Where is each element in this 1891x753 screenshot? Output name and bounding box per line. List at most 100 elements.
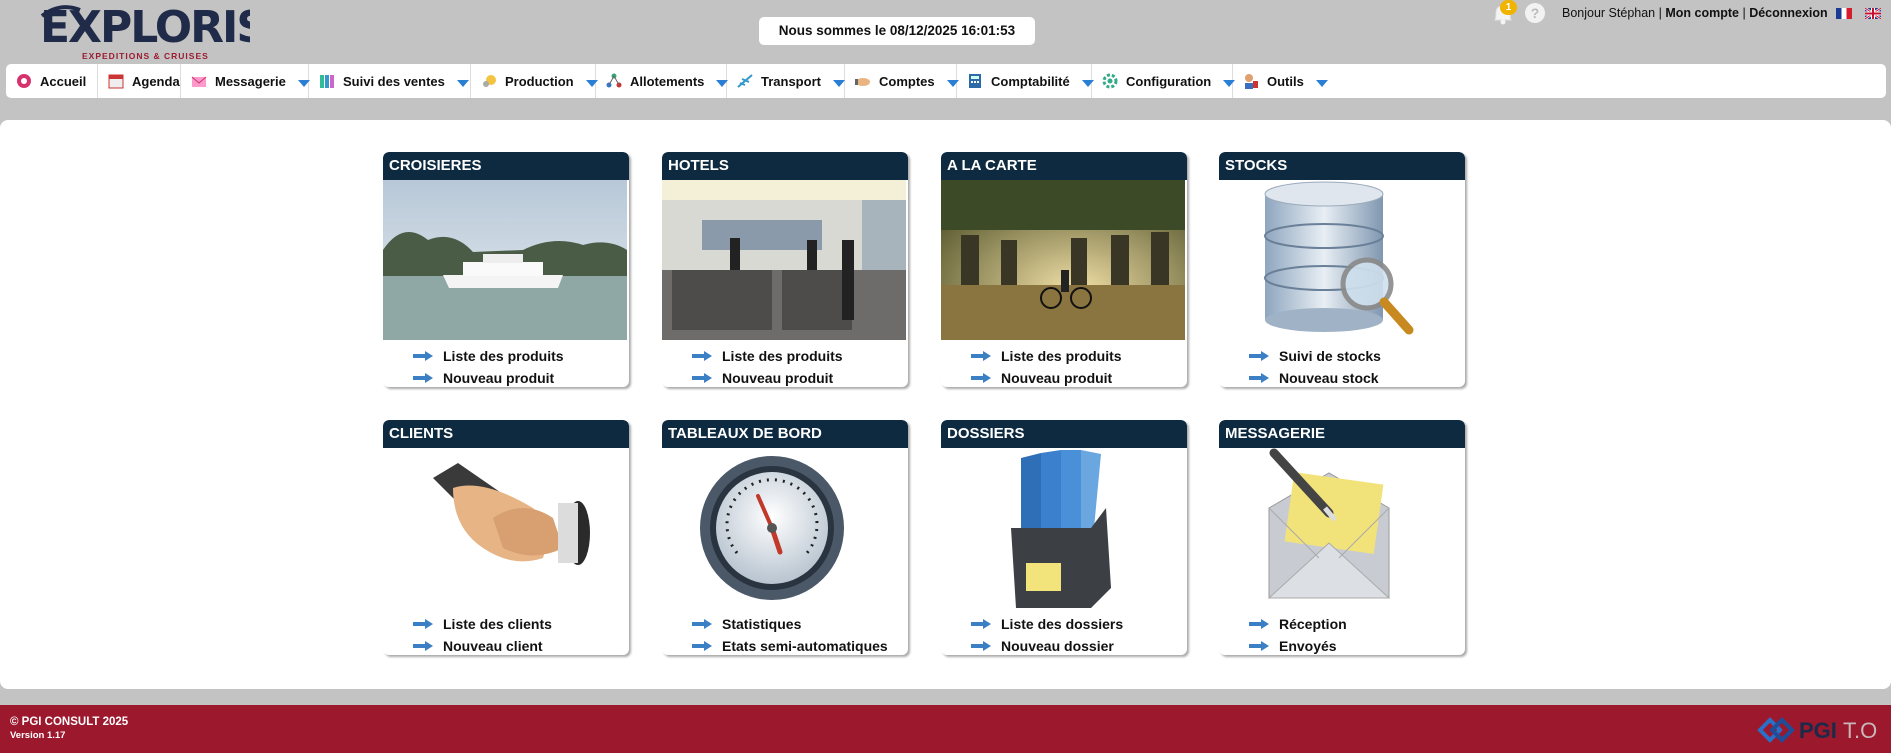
tile-stocks[interactable]: STOCKS Suivi de stocks Nouveau stock (1219, 152, 1465, 387)
link-label: Etats semi-automatiques (722, 638, 888, 654)
link-nouveau-dossier[interactable]: Nouveau dossier (971, 635, 1123, 655)
link-label: Liste des produits (1001, 348, 1122, 364)
tile-clients[interactable]: CLIENTS Liste des clients Nouveau client (383, 420, 629, 655)
menu-production[interactable]: Production (471, 64, 598, 98)
flag-gb-icon[interactable] (1865, 8, 1881, 19)
link-label: Nouveau dossier (1001, 638, 1114, 654)
link-envoyes[interactable]: Envoyés (1249, 635, 1347, 655)
link-etats-semi-automatiques[interactable]: Etats semi-automatiques (692, 635, 888, 655)
link-reception[interactable]: Réception (1249, 613, 1347, 635)
menu-comptabilite[interactable]: Comptabilité (957, 64, 1094, 98)
account-link[interactable]: Mon compte (1665, 6, 1739, 20)
tile-links: Suivi de stocks Nouveau stock (1249, 345, 1381, 387)
menu-label: Transport (761, 73, 821, 89)
menu-label: Agenda (132, 73, 180, 89)
chevron-down-icon (832, 79, 845, 87)
link-label: Nouveau produit (722, 370, 834, 386)
menu-transport[interactable]: Transport (727, 64, 845, 98)
flag-fr-icon[interactable] (1836, 8, 1852, 19)
separator: | (1742, 6, 1746, 20)
tile-hotels[interactable]: HOTELS Liste des produits Nouveau produi… (662, 152, 908, 387)
link-liste-clients[interactable]: Liste des clients (413, 613, 552, 635)
arrow-right-icon (971, 641, 991, 651)
arrow-right-icon (413, 373, 433, 383)
arrow-right-icon (1249, 373, 1269, 383)
pgi-logo: PGI T.O (1757, 717, 1877, 743)
link-liste-dossiers[interactable]: Liste des dossiers (971, 613, 1123, 635)
menu-label: Comptes (879, 73, 935, 89)
menu-configuration[interactable]: Configuration (1092, 64, 1236, 98)
hotel-reception-photo (662, 180, 906, 340)
main-menu: Accueil Agenda Messagerie Suivi des vent… (6, 64, 1886, 98)
footer: © PGI CONSULT 2025 Version 1.17 PGI T.O (0, 705, 1891, 753)
link-label: Suivi de stocks (1279, 348, 1381, 364)
exploris-logo[interactable]: EXPLORIS EXPEDITIONS & CRUISES (40, 2, 250, 62)
menu-label: Comptabilité (991, 73, 1070, 89)
arrow-right-icon (692, 641, 712, 651)
arrow-right-icon (971, 619, 991, 629)
link-label: Nouveau produit (1001, 370, 1113, 386)
link-nouveau-stock[interactable]: Nouveau stock (1249, 367, 1381, 387)
tile-tableaux-de-bord[interactable]: TABLEAUX DE BORD Statistiques Etats semi… (662, 420, 908, 655)
arrow-right-icon (413, 619, 433, 629)
menu-label: Allotements (630, 73, 705, 89)
tile-title: STOCKS (1219, 152, 1465, 180)
home-icon (16, 73, 32, 89)
mail-icon (191, 73, 207, 89)
tile-links: Statistiques Etats semi-automatiques (692, 613, 888, 655)
tile-dossiers[interactable]: DOSSIERS Liste des dossiers Nouveau doss… (941, 420, 1187, 655)
link-nouveau-produit[interactable]: Nouveau produit (971, 367, 1122, 387)
database-magnifier-icon (1264, 181, 1414, 335)
tile-title: A LA CARTE (941, 152, 1187, 180)
logout-link[interactable]: Déconnexion (1749, 6, 1828, 20)
link-nouveau-produit[interactable]: Nouveau produit (692, 367, 843, 387)
menu-comptes[interactable]: Comptes (845, 64, 959, 98)
link-label: Nouveau produit (443, 370, 555, 386)
arrow-right-icon (1249, 641, 1269, 651)
tile-title: DOSSIERS (941, 420, 1187, 448)
help-icon[interactable]: ? (1525, 3, 1545, 23)
handshake-icon (433, 463, 590, 565)
chevron-down-icon (1315, 79, 1328, 87)
link-label: Liste des dossiers (1001, 616, 1124, 632)
link-liste-produits[interactable]: Liste des produits (413, 345, 564, 367)
user-links: Bonjour Stéphan | Mon compte | Déconnexi… (1562, 6, 1828, 20)
link-suivi-stocks[interactable]: Suivi de stocks (1249, 345, 1381, 367)
cruise-ship-photo (383, 180, 627, 340)
link-label: Liste des produits (443, 348, 564, 364)
arrow-right-icon (413, 351, 433, 361)
menu-label: Production (505, 73, 574, 89)
link-statistiques[interactable]: Statistiques (692, 613, 888, 635)
tile-links: Liste des clients Nouveau client (413, 613, 552, 655)
tile-croisieres[interactable]: CROISIERES Liste des produits Nouveau pr… (383, 152, 629, 387)
link-label: Liste des produits (722, 348, 843, 364)
tile-title: TABLEAUX DE BORD (662, 420, 908, 448)
menu-agenda[interactable]: Agenda (98, 64, 181, 98)
menu-messagerie[interactable]: Messagerie (181, 64, 310, 98)
sales-icon (319, 73, 335, 89)
tile-title: HOTELS (662, 152, 908, 180)
menu-allotements[interactable]: Allotements (596, 64, 729, 98)
tile-links: Liste des produits Nouveau produit (692, 345, 843, 387)
allotment-icon (606, 73, 622, 89)
chevron-down-icon (456, 79, 469, 87)
envelope-pen-icon (1267, 448, 1391, 599)
tile-links: Liste des produits Nouveau produit (413, 345, 564, 387)
tile-a-la-carte[interactable]: A LA CARTE Liste des produits Nouveau pr… (941, 152, 1187, 387)
tile-links: Réception Envoyés (1249, 613, 1347, 655)
arrow-right-icon (413, 641, 433, 651)
link-liste-produits[interactable]: Liste des produits (971, 345, 1122, 367)
menu-accueil[interactable]: Accueil (6, 64, 98, 98)
tile-title: CLIENTS (383, 420, 629, 448)
menu-label: Accueil (40, 73, 87, 89)
gear-icon (1102, 73, 1118, 89)
link-liste-produits[interactable]: Liste des produits (692, 345, 843, 367)
plane-icon (737, 73, 753, 89)
tile-messagerie[interactable]: MESSAGERIE Réception Envoyés (1219, 420, 1465, 655)
menu-suivi-ventes[interactable]: Suivi des ventes (309, 64, 471, 98)
link-nouveau-produit[interactable]: Nouveau produit (413, 367, 564, 387)
menu-outils[interactable]: Outils (1233, 64, 1329, 98)
link-nouveau-client[interactable]: Nouveau client (413, 635, 552, 655)
menu-label: Outils (1267, 73, 1304, 89)
menu-label: Suivi des ventes (343, 73, 445, 89)
